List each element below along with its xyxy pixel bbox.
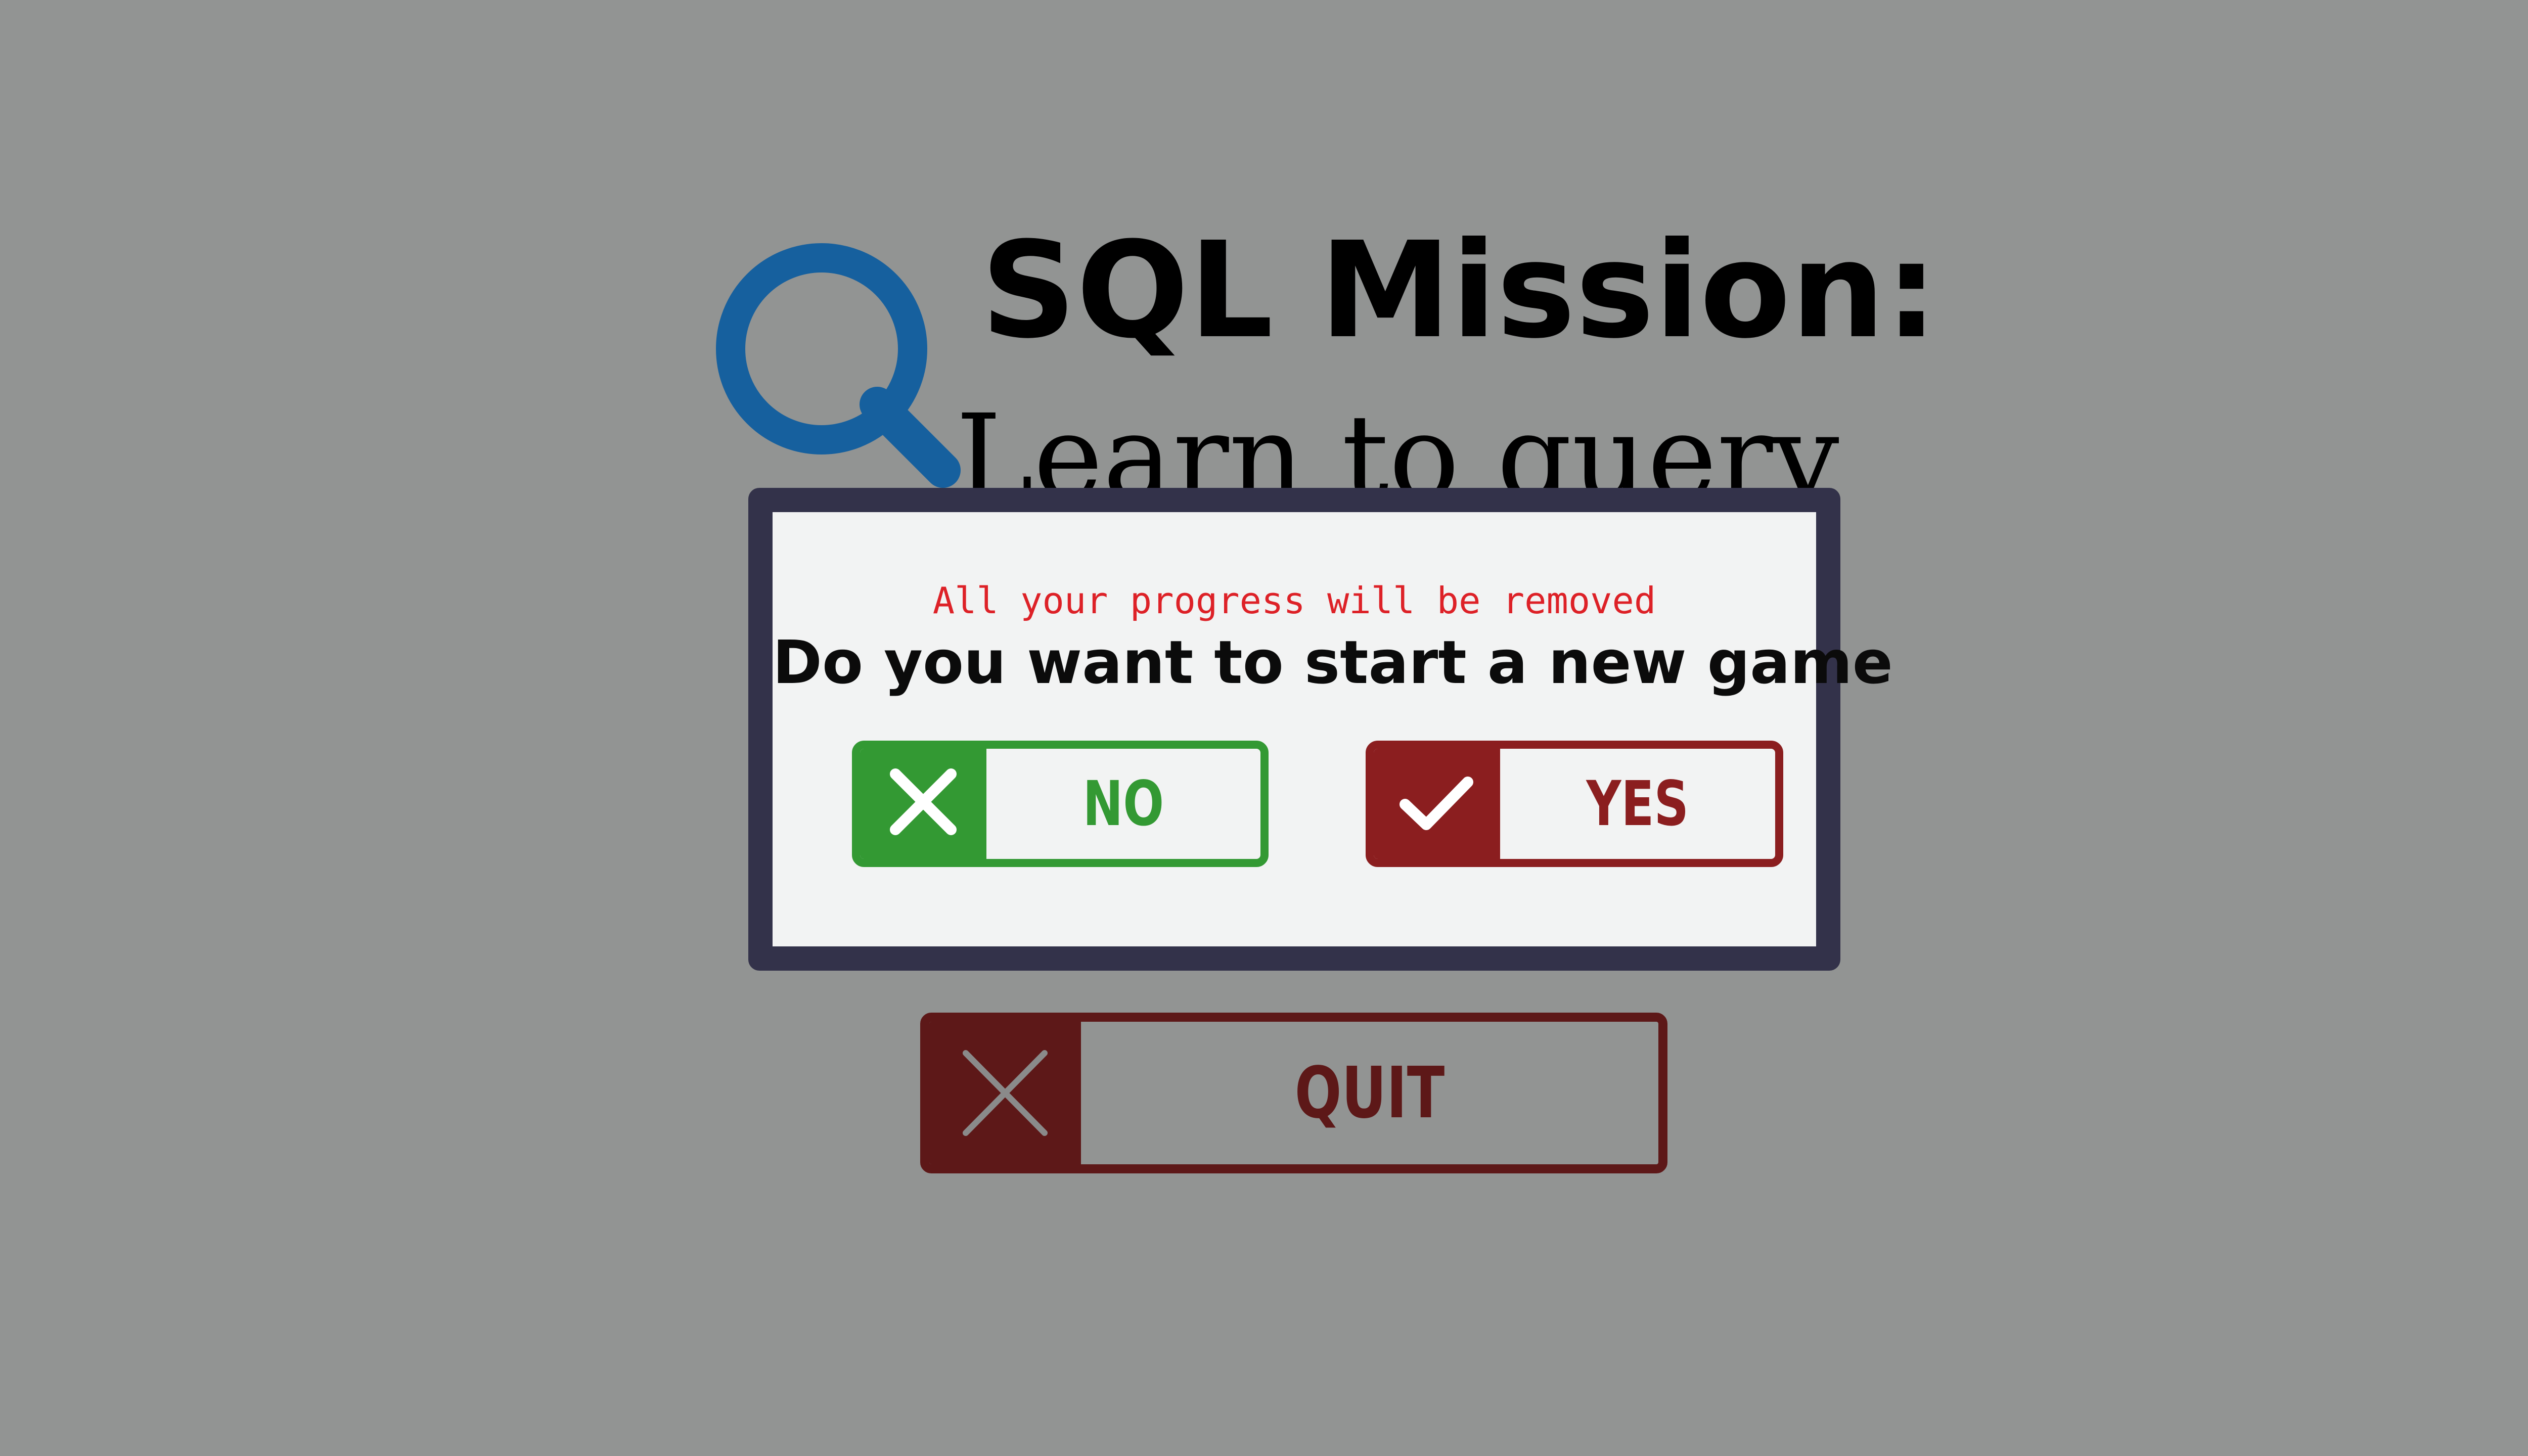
- check-icon: [1400, 777, 1473, 830]
- yes-icon-box: [1374, 749, 1500, 859]
- game-title: SQL Mission:: [981, 213, 1938, 368]
- close-icon: [963, 1050, 1048, 1136]
- quit-button[interactable]: QUIT: [920, 1013, 1667, 1173]
- yes-button[interactable]: YES: [1366, 741, 1783, 867]
- quit-label: QUIT: [1294, 1052, 1445, 1134]
- no-icon-box: [860, 749, 986, 859]
- progress-warning: All your progress will be removed: [932, 579, 1656, 622]
- no-label: NO: [1082, 768, 1164, 840]
- yes-label: YES: [1586, 768, 1689, 840]
- dialog-body: All your progress will be removed Do you…: [773, 512, 1893, 946]
- dialog-question: Do you want to start a new game: [773, 627, 1893, 697]
- close-icon: [890, 768, 957, 835]
- magnifier-icon: [716, 243, 961, 488]
- new-game-dialog: All your progress will be removed Do you…: [748, 488, 1893, 971]
- quit-icon-box: [929, 1022, 1081, 1164]
- no-button[interactable]: NO: [852, 741, 1269, 867]
